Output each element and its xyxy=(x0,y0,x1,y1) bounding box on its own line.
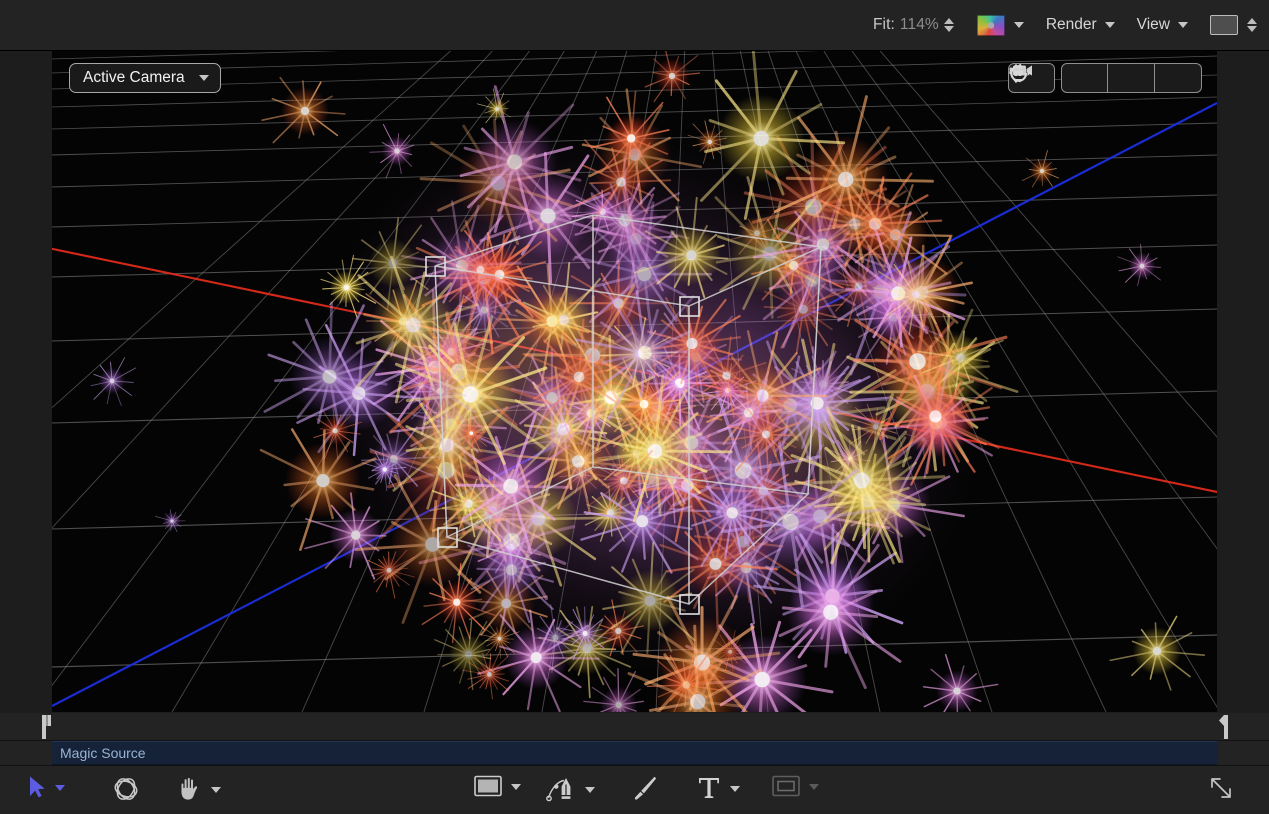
stepper-up-down-icon[interactable] xyxy=(944,15,955,35)
bottom-toolbar xyxy=(0,765,1269,814)
orbit-rings-icon[interactable] xyxy=(112,775,140,803)
timeline-track-magic-source[interactable]: Magic Source xyxy=(52,741,1217,765)
pan-tool-button[interactable] xyxy=(176,775,221,802)
render-menu-button[interactable]: Render xyxy=(1046,16,1115,34)
timeline-ruler[interactable] xyxy=(0,713,1269,741)
3d-scene-render[interactable]: Active Camera xyxy=(52,51,1217,712)
chevron-down-icon[interactable] xyxy=(211,787,221,793)
background-color-control[interactable] xyxy=(1210,15,1257,35)
shape-tool-button[interactable] xyxy=(474,775,521,797)
zoom-fit-value: 114% xyxy=(900,16,939,34)
mask-tool-button[interactable] xyxy=(772,775,819,797)
camera-tools-cluster xyxy=(1008,63,1202,93)
scene-svg xyxy=(52,51,1217,712)
orbit-camera-tool-button[interactable] xyxy=(1108,63,1155,93)
timeline-track-label: Magic Source xyxy=(60,745,146,761)
top-toolbar: Fit: 114% Render View xyxy=(0,0,1269,51)
up-down-arrows-icon xyxy=(1008,63,1024,84)
chevron-down-icon[interactable] xyxy=(55,785,65,791)
canvas-resize-handle[interactable] xyxy=(1208,775,1234,801)
chevron-down-icon[interactable] xyxy=(199,75,209,81)
play-range-end-icon[interactable] xyxy=(1219,715,1233,739)
chevron-down-icon[interactable] xyxy=(1105,22,1115,28)
3d-transform-tool-button[interactable] xyxy=(112,775,140,803)
motion-canvas-window: Fit: 114% Render View xyxy=(0,0,1269,814)
pan-camera-tool-button[interactable] xyxy=(1061,63,1108,93)
canvas-viewport[interactable]: Active Camera xyxy=(0,51,1269,713)
stepper-up-down-icon[interactable] xyxy=(1246,15,1257,35)
render-menu-label: Render xyxy=(1046,16,1097,34)
text-tool-button[interactable] xyxy=(697,775,740,801)
timeline-strip: Magic Source xyxy=(0,713,1269,765)
mask-rectangle-icon[interactable] xyxy=(772,775,800,797)
text-t-icon[interactable] xyxy=(697,775,721,801)
diagonal-resize-arrow-icon[interactable] xyxy=(1208,775,1234,801)
rectangle-icon[interactable] xyxy=(474,775,502,797)
hand-icon[interactable] xyxy=(176,775,202,802)
chevron-down-icon[interactable] xyxy=(585,787,595,793)
view-menu-button[interactable]: View xyxy=(1137,16,1188,34)
channels-color-button[interactable] xyxy=(977,15,1024,36)
camera-navigation-group xyxy=(1061,63,1202,93)
arrow-cursor-icon[interactable] xyxy=(28,775,46,799)
chevron-down-icon[interactable] xyxy=(1178,22,1188,28)
rectangle-swatch-icon[interactable] xyxy=(1210,15,1238,35)
chevron-down-icon[interactable] xyxy=(1014,22,1024,28)
view-menu-label: View xyxy=(1137,16,1170,34)
paint-stroke-tool-button[interactable] xyxy=(630,775,658,801)
play-range-start-icon[interactable] xyxy=(37,715,51,739)
chevron-down-icon[interactable] xyxy=(730,786,740,792)
active-camera-label: Active Camera xyxy=(83,69,185,87)
active-camera-popup[interactable]: Active Camera xyxy=(69,63,221,93)
timeline-track-row: Magic Source xyxy=(0,741,1269,765)
zoom-fit-control[interactable]: Fit: 114% xyxy=(873,15,955,35)
pen-nib-icon[interactable] xyxy=(546,775,576,802)
color-wheel-swatch-icon[interactable] xyxy=(977,15,1005,36)
zoom-fit-label: Fit: xyxy=(873,16,895,34)
select-tool-button[interactable] xyxy=(28,775,65,799)
chevron-down-icon[interactable] xyxy=(511,784,521,790)
dolly-camera-tool-button[interactable] xyxy=(1155,63,1202,93)
paintbrush-icon[interactable] xyxy=(630,775,658,801)
bezier-pen-tool-button[interactable] xyxy=(546,775,595,802)
chevron-down-icon[interactable] xyxy=(809,784,819,790)
